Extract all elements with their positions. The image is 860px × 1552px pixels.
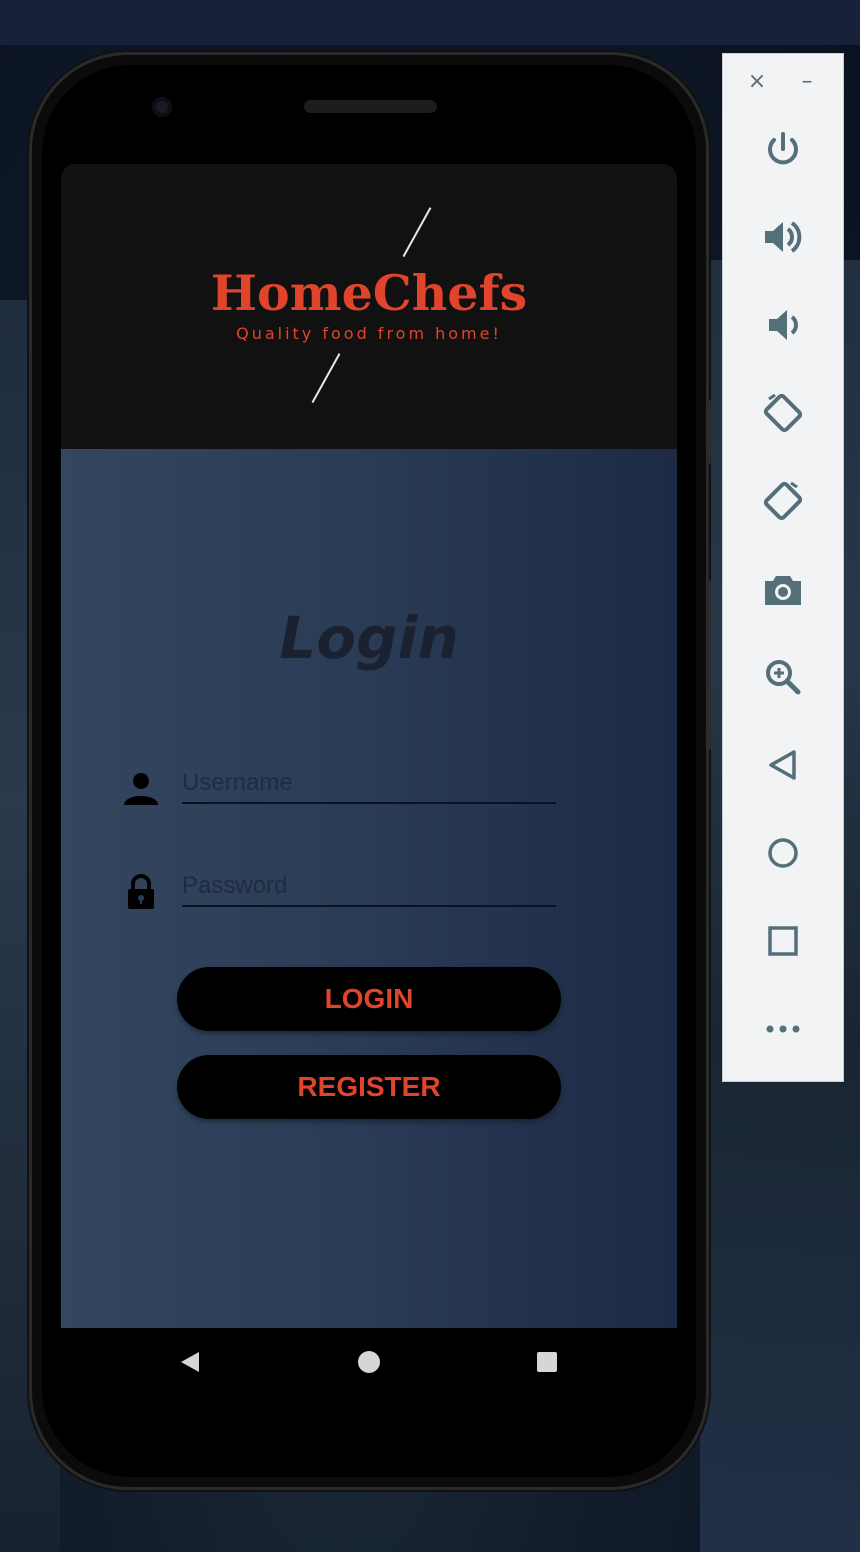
home-icon[interactable] [356,1349,382,1375]
page-title: Login [279,604,459,672]
front-camera [152,97,172,117]
emulator-toolbar: × – [722,53,844,1082]
brand-tagline: Quality food from home! [236,324,502,343]
password-input[interactable] [182,869,556,903]
phone-volume-button [706,580,711,750]
login-button[interactable]: LOGIN [177,967,561,1031]
logo-slash-bottom [311,353,340,403]
app-screen: HomeChefs Quality food from home! Login [61,164,677,1394]
rotate-right-icon[interactable] [759,477,807,525]
logo-slash-top [402,207,431,257]
volume-up-icon[interactable] [759,213,807,261]
rotate-left-icon[interactable] [759,389,807,437]
back-icon[interactable] [759,741,807,789]
lock-icon [121,872,161,912]
earpiece-speaker [304,100,437,113]
zoom-icon[interactable] [759,653,807,701]
android-nav-bar [61,1328,677,1394]
more-icon[interactable] [759,1005,807,1053]
back-icon[interactable] [177,1349,203,1375]
close-icon[interactable]: × [743,68,771,96]
app-header: HomeChefs Quality food from home! [61,164,677,449]
camera-icon[interactable] [759,565,807,613]
volume-down-icon[interactable] [759,301,807,349]
password-field[interactable] [182,869,556,907]
desktop-top-bar [0,0,860,45]
register-button[interactable]: REGISTER [177,1055,561,1119]
person-icon [121,769,161,809]
home-icon[interactable] [759,829,807,877]
brand-name: HomeChefs [210,264,528,322]
power-icon[interactable] [759,125,807,173]
overview-icon[interactable] [759,917,807,965]
login-panel: Login LOGIN REGISTER [61,449,677,1328]
username-field[interactable] [182,766,556,804]
minimize-icon[interactable]: – [793,68,821,96]
recents-icon[interactable] [534,1349,560,1375]
phone-side-button [706,400,711,464]
username-input[interactable] [182,766,556,800]
